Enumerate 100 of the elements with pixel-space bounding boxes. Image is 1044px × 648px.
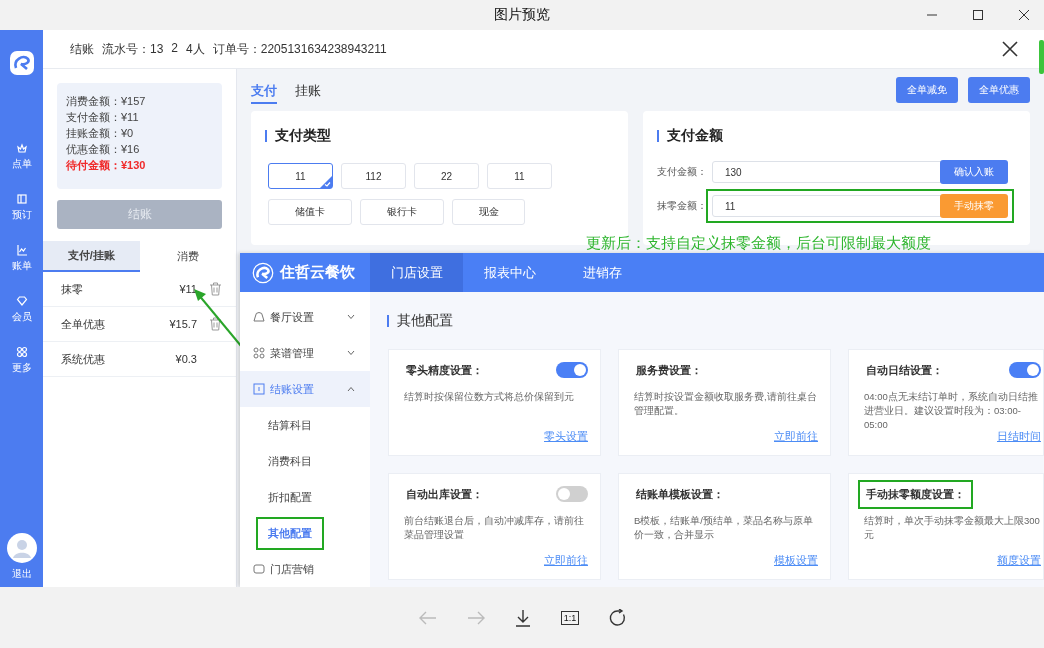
card-description: 结算时按设置金额收取服务费,请前往桌台管理配置。 <box>634 390 818 418</box>
nav-tab[interactable]: 进销存 <box>556 253 649 292</box>
close-icon[interactable] <box>1002 41 1018 57</box>
brand-name: 住哲云餐饮 <box>280 263 355 282</box>
diamond-icon <box>15 295 28 307</box>
card-link[interactable]: 日结时间 <box>997 430 1041 444</box>
field-label: 抹零金额： <box>657 199 708 213</box>
guest-count: 4人 <box>186 40 205 58</box>
menu-item[interactable]: 菜谱管理 <box>240 335 370 371</box>
summary-line: 支付金额：¥11 <box>66 110 140 125</box>
close-icon[interactable] <box>1018 9 1030 21</box>
order-number: 订单号：2205131634238943211 <box>212 40 387 58</box>
payment-option[interactable]: 11 <box>487 163 552 189</box>
grid-icon <box>15 346 28 358</box>
entry-name: 系统优惠 <box>61 351 106 367</box>
card-description: B模板，结账单/预结单，菜品名称与原单价一致，合并显示 <box>634 514 814 542</box>
card-link[interactable]: 额度设置 <box>997 554 1041 568</box>
trash-icon[interactable] <box>209 317 222 331</box>
card-title: 自动出库设置： <box>405 486 484 502</box>
chart-icon <box>15 244 28 256</box>
nav-tab[interactable]: 门店设置 <box>370 253 463 292</box>
card-link[interactable]: 立即前往 <box>544 554 588 568</box>
amount-field[interactable]: 11 手动抹零 <box>712 195 1008 217</box>
section-title: 支付金额 <box>667 127 723 145</box>
field-button[interactable]: 手动抹零 <box>940 194 1008 218</box>
toggle-switch[interactable] <box>1009 362 1041 378</box>
card-title: 结账单模板设置： <box>635 486 725 502</box>
payment-option[interactable]: 11 <box>268 163 333 189</box>
action-button[interactable]: 全单减免 <box>896 77 958 103</box>
store-icon <box>253 563 265 575</box>
entry-name: 抹零 <box>61 281 84 297</box>
card-title: 手动抹零额度设置： <box>858 479 973 509</box>
nav-item[interactable]: 会员 <box>11 295 32 324</box>
nav-item[interactable]: 点单 <box>11 142 32 171</box>
logo-icon <box>8 50 35 76</box>
field-button[interactable]: 确认入账 <box>940 160 1008 184</box>
serial-number: 流水号：13 <box>102 40 164 58</box>
entry-amount: ¥11 <box>179 283 197 295</box>
tab[interactable]: 挂账 <box>295 76 321 104</box>
menu-item[interactable]: 门店营销 <box>240 551 370 587</box>
payment-option[interactable]: 22 <box>414 163 479 189</box>
summary-line: 待付金额：¥130 <box>66 158 147 173</box>
payment-option[interactable]: 银行卡 <box>360 199 444 225</box>
submenu-item[interactable]: 折扣配置 <box>256 480 324 514</box>
scroll-indicator <box>1039 40 1044 74</box>
tab[interactable]: 支付 <box>251 76 277 104</box>
summary-line: 优惠金额：¥16 <box>66 142 141 157</box>
card-title: 自动日结设置： <box>865 362 944 378</box>
nav-item[interactable]: 更多 <box>11 346 32 375</box>
card-description: 结算时，单次手动抹零金额最大上限300元 <box>864 514 1041 542</box>
card-title: 服务费设置： <box>635 362 703 378</box>
window-title: 图片预览 <box>494 6 550 24</box>
field-label: 支付金额： <box>657 165 708 179</box>
nav-tab[interactable]: 报表中心 <box>463 253 556 292</box>
payment-option[interactable]: 112 <box>341 163 406 189</box>
section-title: 其他配置 <box>397 312 453 330</box>
table-number: 2 <box>171 40 179 57</box>
logo-icon <box>252 261 274 284</box>
card-description: 04:00点无未结订单时，系统自动日结推进营业日。建议设置时段为：03:00-05:00 <box>864 390 1039 426</box>
card-title: 零头精度设置： <box>405 362 484 378</box>
check-icon <box>320 176 332 188</box>
menu-item[interactable]: 餐厅设置 <box>240 299 370 335</box>
summary-line: 消费金额：¥157 <box>66 94 147 109</box>
avatar-icon <box>6 533 37 563</box>
summary-line: 挂账金额：¥0 <box>66 126 135 141</box>
card-link[interactable]: 零头设置 <box>544 430 588 444</box>
amount-field[interactable]: 130 确认入账 <box>712 161 1008 183</box>
card-link[interactable]: 立即前往 <box>774 430 818 444</box>
submenu-item[interactable]: 结算科目 <box>256 408 324 442</box>
entry-name: 全单优惠 <box>61 316 106 332</box>
entry-amount: ¥15.7 <box>169 318 197 330</box>
toggle-switch[interactable] <box>556 362 588 378</box>
submenu-item[interactable]: 其他配置 <box>256 516 324 550</box>
cloche-icon <box>253 311 265 323</box>
entry-amount: ¥0.3 <box>175 353 197 365</box>
crown-icon <box>15 142 28 154</box>
menu-item[interactable]: 结账设置 <box>240 371 370 407</box>
tab[interactable]: 支付/挂账 <box>43 241 140 272</box>
action-button[interactable]: 全单优惠 <box>968 77 1030 103</box>
submenu-item[interactable]: 消费科目 <box>256 444 324 478</box>
grid-icon <box>253 347 265 359</box>
toggle-switch[interactable] <box>556 486 588 502</box>
square-icon <box>253 383 265 395</box>
card-link[interactable]: 模板设置 <box>774 554 818 568</box>
page-title: 结账 <box>70 40 94 58</box>
card-description: 前台结账退台后，自动冲减库存，请前往菜品管理设置 <box>404 514 585 542</box>
section-title: 支付类型 <box>275 127 331 145</box>
card-description: 结算时按保留位数方式将总价保留到元 <box>404 390 575 404</box>
maximize-icon[interactable] <box>972 9 984 21</box>
nav-item[interactable]: 预订 <box>11 193 32 222</box>
book-icon <box>15 193 28 205</box>
payment-option[interactable]: 储值卡 <box>268 199 352 225</box>
trash-icon[interactable] <box>209 282 222 296</box>
payment-option[interactable]: 现金 <box>452 199 525 225</box>
nav-item[interactable]: 账单 <box>11 244 32 273</box>
logout-button[interactable]: 退出 <box>6 533 37 581</box>
download-icon[interactable] <box>514 608 531 627</box>
annotation-text: 更新后：支持自定义抹零金额，后台可限制最大额度 <box>586 234 931 253</box>
rotate-icon[interactable] <box>609 608 628 627</box>
actual-size-button[interactable]: 1:1 <box>560 610 580 625</box>
